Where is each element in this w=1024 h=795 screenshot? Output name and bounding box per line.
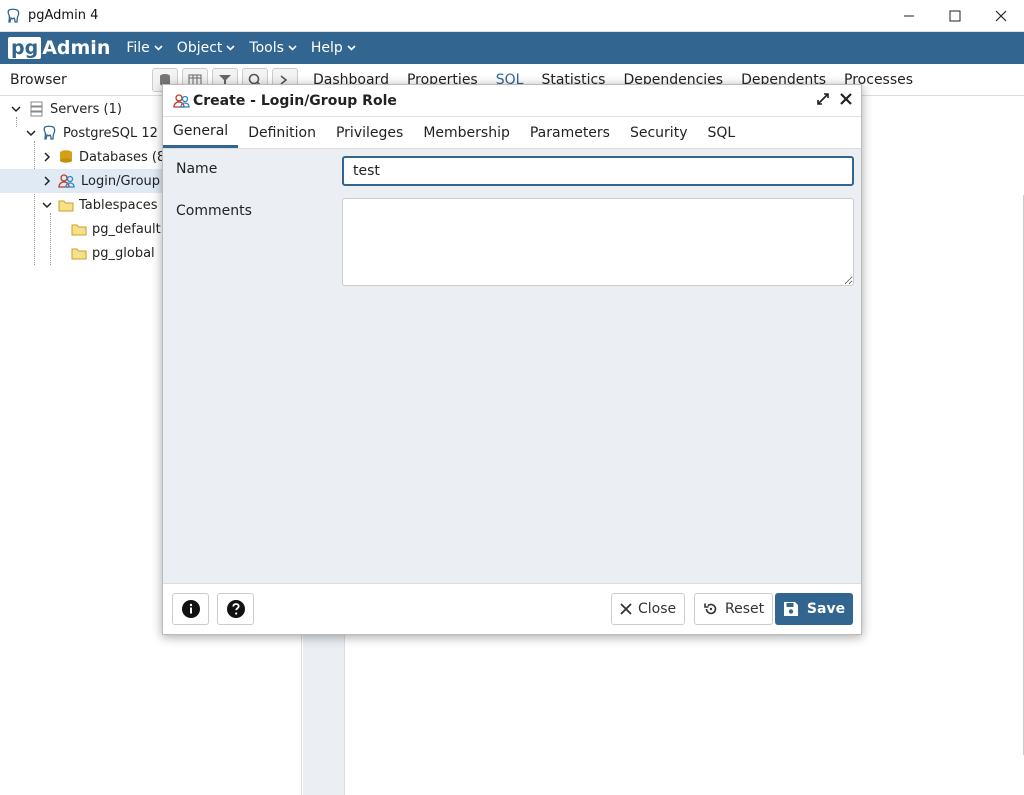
tab-sql[interactable]: SQL xyxy=(697,117,745,148)
chevron-down-icon xyxy=(288,45,297,51)
dialog-footer: Close Reset Save xyxy=(163,583,861,634)
menu-file-label: File xyxy=(126,40,150,56)
close-button-label: Close xyxy=(638,601,677,617)
servers-icon xyxy=(30,101,43,117)
dialog-title: Create - Login/Group Role xyxy=(193,92,397,109)
chevron-down-icon[interactable] xyxy=(42,200,52,210)
menu-object-label: Object xyxy=(176,40,223,56)
expand-icon[interactable] xyxy=(815,91,831,107)
folder-icon xyxy=(71,248,87,260)
dialog-header[interactable]: Create - Login/Group Role xyxy=(163,85,861,117)
folder-icon xyxy=(71,224,87,236)
help-icon xyxy=(226,600,245,618)
menu-help[interactable]: Help xyxy=(311,40,356,56)
close-icon xyxy=(620,603,632,615)
dialog-tabs: General Definition Privileges Membership… xyxy=(163,117,861,149)
help-button[interactable] xyxy=(217,593,254,625)
tree-item-label: pg_global xyxy=(92,245,155,261)
chevron-down-icon xyxy=(226,45,235,51)
minimize-button[interactable] xyxy=(886,0,932,32)
browser-title: Browser xyxy=(10,71,67,88)
name-input[interactable] xyxy=(342,156,854,186)
menu-tools[interactable]: Tools xyxy=(249,40,297,56)
name-label: Name xyxy=(176,161,218,177)
tree-item-label: Login/Group R xyxy=(81,173,174,189)
maximize-button[interactable] xyxy=(932,0,978,32)
close-button[interactable]: Close xyxy=(611,593,686,625)
tree-item-label: pg_default xyxy=(92,221,161,237)
tree-item-label: Tablespaces ( xyxy=(79,197,167,213)
logo-pg: pg xyxy=(8,37,42,59)
comments-input[interactable] xyxy=(342,198,854,286)
window-title: pgAdmin 4 xyxy=(28,8,99,23)
info-icon xyxy=(181,600,200,618)
menu-help-label: Help xyxy=(310,40,343,56)
reset-icon xyxy=(704,603,717,615)
tree-item-label: Servers (1) xyxy=(50,101,122,117)
save-button[interactable]: Save xyxy=(775,593,853,625)
save-button-label: Save xyxy=(806,601,846,617)
tab-security[interactable]: Security xyxy=(620,117,698,148)
databases-icon xyxy=(60,150,72,163)
create-role-dialog: Create - Login/Group Role General Defini… xyxy=(162,84,862,635)
maximize-icon xyxy=(949,10,961,22)
menu-object[interactable]: Object xyxy=(177,40,236,56)
dialog-content: Name Comments xyxy=(163,149,861,584)
chevron-down-icon[interactable] xyxy=(26,128,36,138)
reset-button[interactable]: Reset xyxy=(694,593,774,625)
close-icon xyxy=(995,10,1007,22)
folder-icon xyxy=(58,200,74,212)
menu-tools-label: Tools xyxy=(249,40,284,56)
comments-label: Comments xyxy=(176,203,252,219)
logo-admin: Admin xyxy=(42,37,111,59)
chevron-right-icon[interactable] xyxy=(42,152,52,162)
chevron-right-icon[interactable] xyxy=(42,176,52,186)
tab-privileges[interactable]: Privileges xyxy=(326,117,413,148)
chevron-down-icon xyxy=(347,45,356,51)
save-icon xyxy=(783,602,798,616)
close-icon[interactable] xyxy=(839,92,853,106)
tree-item-label: Databases (8) xyxy=(79,149,171,165)
tab-membership[interactable]: Membership xyxy=(413,117,520,148)
tree-item-label: PostgreSQL 12 xyxy=(63,125,158,141)
tab-general[interactable]: General xyxy=(163,117,239,148)
window-close-button[interactable] xyxy=(978,0,1024,32)
chevron-down-icon[interactable] xyxy=(11,104,21,114)
elephant-icon xyxy=(7,8,20,23)
reset-button-label: Reset xyxy=(725,601,765,617)
tab-parameters[interactable]: Parameters xyxy=(520,117,620,148)
elephant-icon xyxy=(43,125,56,140)
menu-file[interactable]: File xyxy=(126,40,163,56)
roles-icon xyxy=(173,93,190,108)
app-menubar: pg Admin File Object Tools Help xyxy=(0,32,1024,64)
pgadmin-logo: pg Admin xyxy=(8,37,110,59)
window-titlebar: pgAdmin 4 xyxy=(0,0,1024,32)
info-button[interactable] xyxy=(172,593,209,625)
minimize-icon xyxy=(904,15,914,17)
tab-definition[interactable]: Definition xyxy=(238,117,326,148)
chevron-down-icon xyxy=(154,45,163,51)
roles-icon xyxy=(58,174,75,188)
